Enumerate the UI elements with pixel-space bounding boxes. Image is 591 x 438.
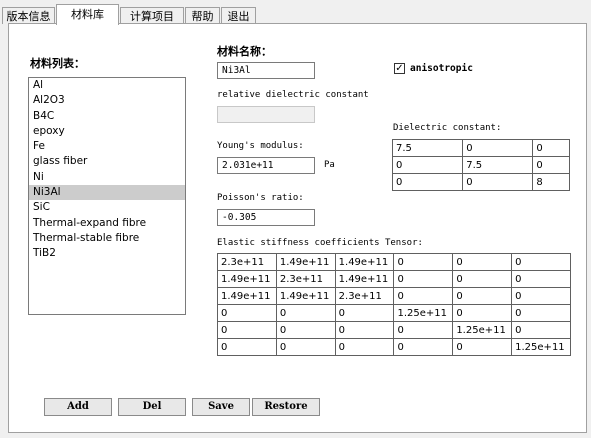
tab-calculation-project[interactable]: 计算项目 <box>120 7 184 24</box>
poissons-ratio-label: Poisson's ratio: <box>217 193 304 203</box>
anisotropic-label: anisotropic <box>410 63 473 74</box>
table-cell[interactable]: 1.49e+11 <box>334 253 395 271</box>
table-row: 0 7.5 0 <box>391 156 570 174</box>
table-row: 1.49e+11 1.49e+11 2.3e+11 0 0 0 <box>217 287 571 305</box>
table-cell[interactable]: 0 <box>393 321 454 339</box>
table-cell[interactable]: 0 <box>511 287 571 305</box>
table-cell[interactable]: 0 <box>452 253 513 271</box>
table-row: 1.49e+11 2.3e+11 1.49e+11 0 0 0 <box>217 270 571 288</box>
stiffness-tensor-label: Elastic stiffness coefficients Tensor: <box>217 238 423 248</box>
table-cell[interactable]: 0 <box>334 304 395 322</box>
list-item[interactable]: Fe <box>29 139 185 154</box>
table-row: 7.5 0 0 <box>391 139 570 157</box>
table-cell[interactable]: 0 <box>393 253 454 271</box>
table-cell[interactable]: 0 <box>393 270 454 288</box>
tab-help[interactable]: 帮助 <box>185 7 220 24</box>
table-cell[interactable]: 0 <box>391 173 464 191</box>
material-list-items: Al Al2O3 B4C epoxy Fe glass fiber Ni Ni3Al SiC Th… <box>29 78 185 262</box>
restore-button[interactable]: Restore <box>252 398 320 416</box>
material-listbox[interactable]: Al Al2O3 B4C epoxy Fe glass fiber Ni Ni3Al SiC Th… <box>28 77 186 315</box>
table-cell[interactable]: 0 <box>452 338 513 356</box>
table-cell[interactable]: 8 <box>532 173 570 191</box>
check-mark-icon: ✓ <box>395 63 404 74</box>
stiffness-tensor-table: 2.3e+11 1.49e+11 1.49e+11 0 0 0 1.49e+11 2.3e+1… <box>217 253 571 356</box>
table-cell[interactable]: 0 <box>452 304 513 322</box>
relative-dielectric-field[interactable] <box>217 106 315 123</box>
table-cell[interactable]: 2.3e+11 <box>275 270 336 288</box>
table-cell[interactable]: 2.3e+11 <box>217 253 277 271</box>
table-cell[interactable]: 0 <box>334 321 395 339</box>
list-item[interactable]: epoxy <box>29 124 185 139</box>
material-name-label: 材料名称： <box>217 45 272 58</box>
table-cell[interactable]: 0 <box>275 321 336 339</box>
table-cell[interactable]: 0 <box>462 139 534 157</box>
list-item[interactable]: TiB2 <box>29 246 185 261</box>
table-row: 2.3e+11 1.49e+11 1.49e+11 0 0 0 <box>217 253 571 271</box>
add-button[interactable]: Add <box>44 398 112 416</box>
table-cell[interactable]: 1.49e+11 <box>275 253 336 271</box>
table-row: 0 0 0 1.25e+11 0 0 <box>217 304 571 322</box>
tab-version-info[interactable]: 版本信息 <box>2 7 55 24</box>
dielectric-constant-label: Dielectric constant: <box>393 123 502 133</box>
table-cell[interactable]: 0 <box>462 173 534 191</box>
tab-bar: 版本信息 材料库 计算项目 帮助 退出 <box>0 0 591 25</box>
table-cell[interactable]: 1.49e+11 <box>217 287 277 305</box>
dielectric-constant-table: 7.5 0 0 0 7.5 0 0 0 8 <box>391 139 570 191</box>
table-cell[interactable]: 0 <box>334 338 395 356</box>
table-cell[interactable]: 1.49e+11 <box>275 287 336 305</box>
tab-exit[interactable]: 退出 <box>221 7 256 24</box>
list-item[interactable]: Ni3Al <box>29 185 185 201</box>
table-cell[interactable]: 0 <box>511 304 571 322</box>
table-cell[interactable]: 0 <box>532 139 570 157</box>
list-item[interactable]: Thermal-stable fibre <box>29 231 185 246</box>
table-cell[interactable]: 0 <box>275 304 336 322</box>
table-cell[interactable]: 0 <box>391 156 464 174</box>
table-cell[interactable]: 1.25e+11 <box>452 321 513 339</box>
youngs-modulus-field[interactable]: 2.031e+11 <box>217 157 315 174</box>
table-cell[interactable]: 0 <box>452 287 513 305</box>
anisotropic-checkbox[interactable]: ✓ <box>394 63 405 74</box>
list-item[interactable]: SiC <box>29 200 185 215</box>
table-row: 0 0 0 0 1.25e+11 0 <box>217 321 571 339</box>
table-cell[interactable]: 0 <box>393 338 454 356</box>
table-cell[interactable]: 0 <box>217 338 277 356</box>
material-name-field[interactable]: Ni3Al <box>217 62 315 79</box>
save-button[interactable]: Save <box>192 398 250 416</box>
table-cell[interactable]: 1.25e+11 <box>511 338 571 356</box>
poissons-ratio-field[interactable]: -0.305 <box>217 209 315 226</box>
table-cell[interactable]: 0 <box>452 270 513 288</box>
youngs-modulus-unit: Pa <box>324 160 335 170</box>
list-item[interactable]: B4C <box>29 109 185 124</box>
material-list-title: 材料列表： <box>30 57 85 70</box>
table-cell[interactable]: 0 <box>217 304 277 322</box>
table-row: 0 0 0 0 0 1.25e+11 <box>217 338 571 356</box>
table-cell[interactable]: 0 <box>532 156 570 174</box>
youngs-modulus-label: Young's modulus: <box>217 141 304 151</box>
table-cell[interactable]: 7.5 <box>391 139 464 157</box>
table-cell[interactable]: 0 <box>393 287 454 305</box>
table-cell[interactable]: 1.49e+11 <box>334 270 395 288</box>
list-item[interactable]: Ni <box>29 170 185 185</box>
table-row: 008 <box>391 173 570 191</box>
table-cell[interactable]: 1.25e+11 <box>393 304 454 322</box>
list-item[interactable]: Thermal-expand fibre <box>29 216 185 231</box>
table-cell[interactable]: 7.5 <box>462 156 534 174</box>
list-item[interactable]: Al <box>29 78 185 93</box>
relative-dielectric-label: relative dielectric constant <box>217 90 369 100</box>
list-item[interactable]: glass fiber <box>29 154 185 169</box>
table-cell[interactable]: 0 <box>217 321 277 339</box>
table-cell[interactable]: 0 <box>511 321 571 339</box>
list-item[interactable]: Al2O3 <box>29 93 185 108</box>
tab-material-library[interactable]: 材料库 <box>56 4 119 25</box>
table-cell[interactable]: 2.3e+11 <box>334 287 395 305</box>
table-cell[interactable]: 0 <box>511 253 571 271</box>
table-cell[interactable]: 0 <box>511 270 571 288</box>
del-button[interactable]: Del <box>118 398 186 416</box>
table-cell[interactable]: 1.49e+11 <box>217 270 277 288</box>
table-cell[interactable]: 0 <box>275 338 336 356</box>
